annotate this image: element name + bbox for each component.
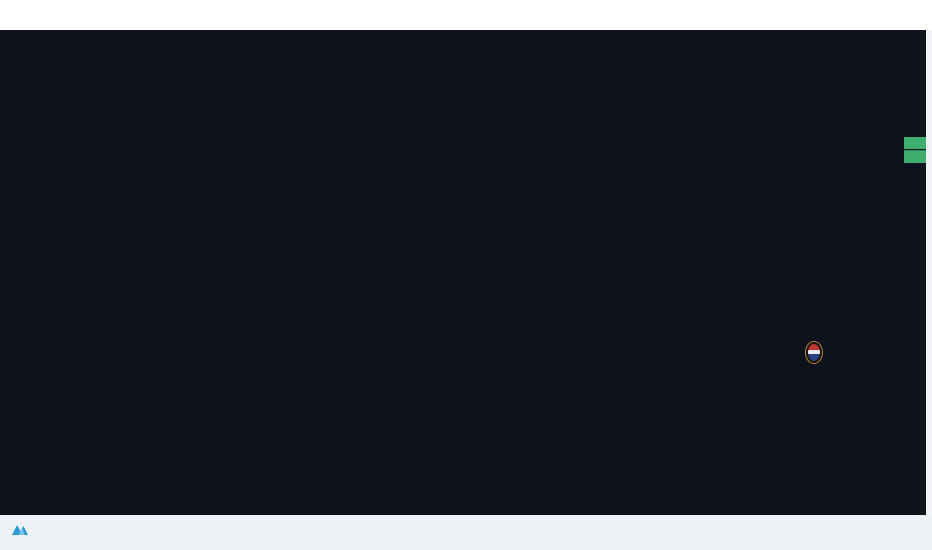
tradingview-logo-icon[interactable] — [12, 523, 28, 535]
symbol-info-line — [8, 16, 29, 26]
last-price-badge — [904, 137, 926, 149]
chart-svg[interactable] — [0, 30, 926, 515]
striped-roundel-sticker — [806, 342, 822, 363]
chart-canvas[interactable] — [0, 30, 926, 515]
bar-countdown-badge — [904, 150, 926, 163]
snapshot-footer — [0, 515, 932, 550]
snapshot-header — [0, 0, 932, 30]
right-gutter — [926, 30, 932, 515]
tradingview-snapshot-page — [0, 0, 932, 550]
